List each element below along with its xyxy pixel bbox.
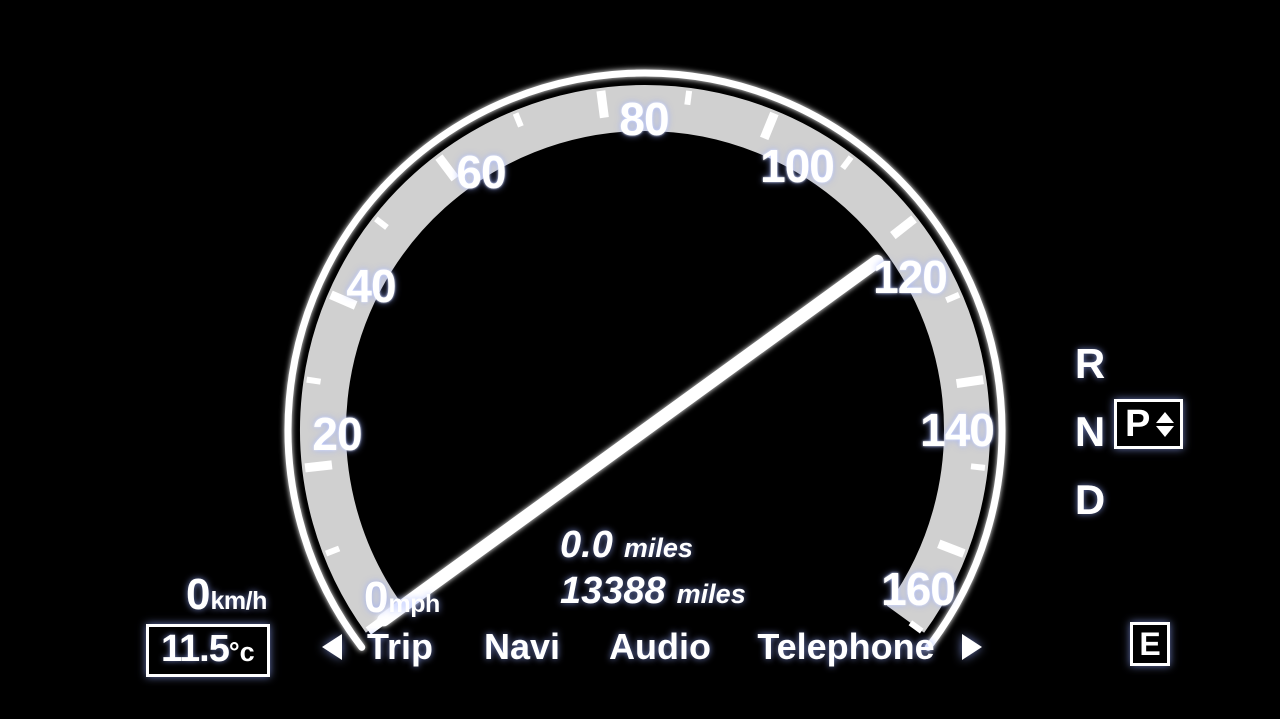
gauge-tick-label-80: 80	[619, 93, 669, 145]
current-gear-letter: P	[1125, 403, 1151, 445]
odometer-value: 13388	[560, 570, 666, 612]
bottom-menu-bar: Trip Navi Audio Telephone	[0, 622, 1280, 674]
kmh-value: 0	[186, 570, 211, 619]
current-gear-indicator: P	[1114, 399, 1184, 449]
gear-position-r: R	[1074, 340, 1106, 387]
kmh-unit-label: km/h	[210, 587, 267, 615]
menu-item-audio[interactable]: Audio	[609, 626, 711, 668]
triangle-up-icon	[1156, 411, 1175, 423]
trip-computer-readout: 0.0 miles 13388 miles	[560, 524, 746, 616]
menu-item-trip[interactable]: Trip	[367, 626, 433, 668]
gauge-tick-label-160: 160	[881, 563, 956, 615]
gear-position-d: D	[1074, 476, 1106, 523]
gauge-tick-label-120: 120	[873, 251, 948, 303]
menu-item-telephone[interactable]: Telephone	[757, 626, 934, 668]
gear-position-n: N	[1074, 408, 1106, 455]
gear-position-list: R N D	[1070, 330, 1110, 534]
gauge-tick-label-60: 60	[456, 146, 506, 198]
instrument-cluster-display: 20 40 60 80 100 120 140 160 0km/h 0mph 0.0 miles…	[0, 0, 1280, 719]
trip-distance-unit: miles	[623, 533, 693, 563]
gear-shift-arrows	[1156, 411, 1175, 437]
mph-unit-label: mph	[388, 590, 440, 618]
gauge-tick-label-100: 100	[760, 140, 835, 192]
triangle-left-icon[interactable]	[322, 634, 342, 660]
gauge-tick-label-40: 40	[346, 260, 396, 312]
menu-item-navi[interactable]: Navi	[484, 626, 560, 668]
triangle-down-icon	[1156, 425, 1175, 437]
trip-distance-value: 0.0	[560, 524, 613, 566]
gauge-tick-label-20: 20	[312, 408, 362, 460]
trip-distance-row: 0.0 miles	[560, 524, 746, 567]
speed-readout-mph: 0mph	[364, 573, 440, 623]
triangle-right-icon[interactable]	[962, 634, 982, 660]
odometer-row: 13388 miles	[560, 570, 746, 613]
odometer-unit: miles	[676, 579, 746, 609]
mph-value: 0	[364, 573, 389, 622]
speed-readout-kmh: 0km/h	[186, 570, 267, 620]
gauge-tick-label-140: 140	[920, 404, 995, 456]
